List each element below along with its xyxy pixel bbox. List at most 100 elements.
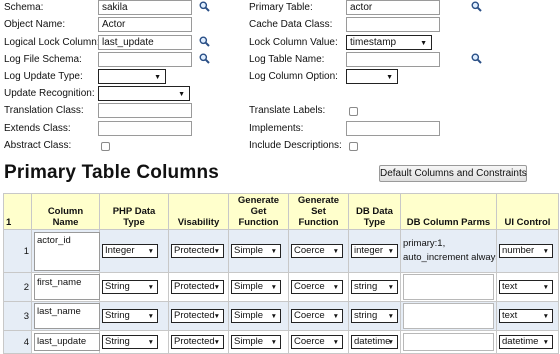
- primary-table-input[interactable]: actor: [346, 0, 440, 15]
- translation-class-input[interactable]: [98, 103, 192, 118]
- update-recognition-label: Update Recognition:: [4, 88, 95, 99]
- object-name-label: Object Name:: [4, 19, 66, 30]
- dropdown-arrow-icon: ▼: [542, 313, 549, 320]
- schema-input[interactable]: sakila: [98, 0, 192, 15]
- logical-lock-column-label: Logical Lock Column:: [4, 37, 100, 48]
- db-data-type-select[interactable]: datetime ▼: [351, 335, 398, 349]
- dropdown-arrow-icon: ▼: [387, 339, 394, 346]
- include-descriptions-label: Include Descriptions:: [249, 140, 342, 151]
- cache-data-class-input[interactable]: [346, 17, 440, 32]
- ui-control-header: UI Control: [496, 193, 559, 230]
- column-name-input[interactable]: last_name: [34, 303, 100, 329]
- php-data-type-select[interactable]: String ▼: [102, 335, 158, 349]
- log-update-type-select[interactable]: ▼: [98, 69, 166, 84]
- dropdown-arrow-icon: ▼: [213, 313, 220, 320]
- logical-lock-column-input[interactable]: last_update: [98, 35, 192, 50]
- schema-label: Schema:: [4, 2, 44, 13]
- visability-select[interactable]: Protected ▼: [171, 335, 224, 349]
- log-table-name-lookup-icon[interactable]: [471, 53, 482, 64]
- ui-control-select[interactable]: text ▼: [499, 280, 553, 294]
- table-row: 2 first_name String ▼ Protected ▼ Simple ▼ …: [3, 272, 559, 302]
- row-number-header: 1: [3, 193, 32, 230]
- log-file-schema-label: Log File Schema:: [4, 54, 82, 65]
- extends-class-input[interactable]: [98, 121, 192, 136]
- log-file-schema-input[interactable]: [98, 52, 192, 67]
- dropdown-arrow-icon: ▼: [270, 284, 277, 291]
- dropdown-arrow-icon: ▼: [270, 339, 277, 346]
- generate-set-select[interactable]: Coerce ▼: [291, 335, 343, 349]
- dropdown-arrow-icon: ▼: [270, 248, 277, 255]
- db-column-parms-line: primary:1,: [403, 238, 446, 249]
- dropdown-arrow-icon: ▼: [178, 91, 185, 98]
- php-data-type-select[interactable]: Integer ▼: [102, 244, 158, 258]
- row-number: 1: [3, 229, 32, 273]
- log-update-type-label: Log Update Type:: [4, 71, 83, 82]
- visability-select[interactable]: Protected ▼: [171, 309, 224, 323]
- lock-column-value-select[interactable]: timestamp ▼: [346, 35, 432, 50]
- row-number: 3: [3, 301, 32, 331]
- translation-class-label: Translation Class:: [4, 105, 84, 116]
- dropdown-arrow-icon: ▼: [213, 284, 220, 291]
- generate-get-select[interactable]: Simple ▼: [231, 244, 281, 258]
- object-name-input[interactable]: Actor: [98, 17, 192, 32]
- db-column-parms-cell[interactable]: primary:1, auto_increment always: [400, 229, 497, 273]
- db-column-parms-input[interactable]: [403, 274, 494, 300]
- abstract-class-label: Abstract Class:: [4, 140, 72, 151]
- dropdown-arrow-icon: ▼: [213, 339, 220, 346]
- generate-get-select[interactable]: Simple ▼: [231, 309, 281, 323]
- primary-table-label: Primary Table:: [249, 2, 313, 13]
- column-name-input[interactable]: actor_id: [34, 231, 100, 271]
- log-table-name-label: Log Table Name:: [249, 54, 325, 65]
- primary-table-lookup-icon[interactable]: [471, 1, 482, 12]
- logical-lock-column-lookup-icon[interactable]: [199, 36, 210, 47]
- visability-select[interactable]: Protected ▼: [171, 244, 224, 258]
- default-columns-button[interactable]: Default Columns and Constraints: [379, 165, 527, 182]
- db-data-type-select[interactable]: string ▼: [351, 280, 398, 294]
- visability-header: Visability: [168, 193, 229, 230]
- lock-column-value-label: Lock Column Value:: [249, 37, 338, 48]
- db-column-parms-input[interactable]: [403, 303, 494, 329]
- dropdown-arrow-icon: ▼: [332, 284, 339, 291]
- db-data-type-select[interactable]: string ▼: [351, 309, 398, 323]
- columns-table: 1 Column Name PHP Data Type Visability G…: [3, 193, 559, 354]
- abstract-class-checkbox[interactable]: [101, 142, 110, 151]
- db-data-type-select[interactable]: integer ▼: [351, 244, 398, 258]
- visability-select[interactable]: Protected ▼: [171, 280, 224, 294]
- dropdown-arrow-icon: ▼: [213, 248, 220, 255]
- generate-set-select[interactable]: Coerce ▼: [291, 244, 343, 258]
- dropdown-arrow-icon: ▼: [542, 248, 549, 255]
- dropdown-arrow-icon: ▼: [332, 248, 339, 255]
- implements-input[interactable]: [346, 121, 440, 136]
- translate-labels-checkbox[interactable]: [349, 107, 358, 116]
- generate-set-select[interactable]: Coerce ▼: [291, 309, 343, 323]
- db-data-type-header: DB Data Type: [348, 193, 401, 230]
- row-number: 4: [3, 330, 32, 354]
- php-data-type-select[interactable]: String ▼: [102, 280, 158, 294]
- translate-labels-label: Translate Labels:: [249, 105, 326, 116]
- dropdown-arrow-icon: ▼: [332, 313, 339, 320]
- ui-control-select[interactable]: datetime ▼: [499, 335, 553, 349]
- generate-get-select[interactable]: Simple ▼: [231, 335, 281, 349]
- php-data-type-select[interactable]: String ▼: [102, 309, 158, 323]
- column-name-input[interactable]: first_name: [34, 274, 100, 300]
- db-column-parms-input[interactable]: [403, 333, 494, 351]
- column-name-header: Column Name: [31, 193, 100, 230]
- log-column-option-select[interactable]: ▼: [346, 69, 398, 84]
- column-name-input[interactable]: last_update: [34, 333, 100, 351]
- log-table-name-input[interactable]: [346, 52, 440, 67]
- update-recognition-select[interactable]: ▼: [98, 86, 190, 101]
- dropdown-arrow-icon: ▼: [386, 74, 393, 81]
- dropdown-arrow-icon: ▼: [147, 284, 154, 291]
- ui-control-select[interactable]: text ▼: [499, 309, 553, 323]
- include-descriptions-checkbox[interactable]: [349, 142, 358, 151]
- table-row: 1 actor_id Integer ▼ Protected ▼ Simple ▼ C…: [3, 229, 559, 273]
- log-file-schema-lookup-icon[interactable]: [199, 53, 210, 64]
- generate-set-select[interactable]: Coerce ▼: [291, 280, 343, 294]
- schema-lookup-icon[interactable]: [199, 1, 210, 12]
- ui-control-select[interactable]: number ▼: [499, 244, 553, 258]
- log-column-option-label: Log Column Option:: [249, 71, 338, 82]
- dropdown-arrow-icon: ▼: [387, 248, 394, 255]
- section-title: Primary Table Columns: [4, 162, 220, 183]
- db-column-parms-header: DB Column Parms: [400, 193, 497, 230]
- generate-get-select[interactable]: Simple ▼: [231, 280, 281, 294]
